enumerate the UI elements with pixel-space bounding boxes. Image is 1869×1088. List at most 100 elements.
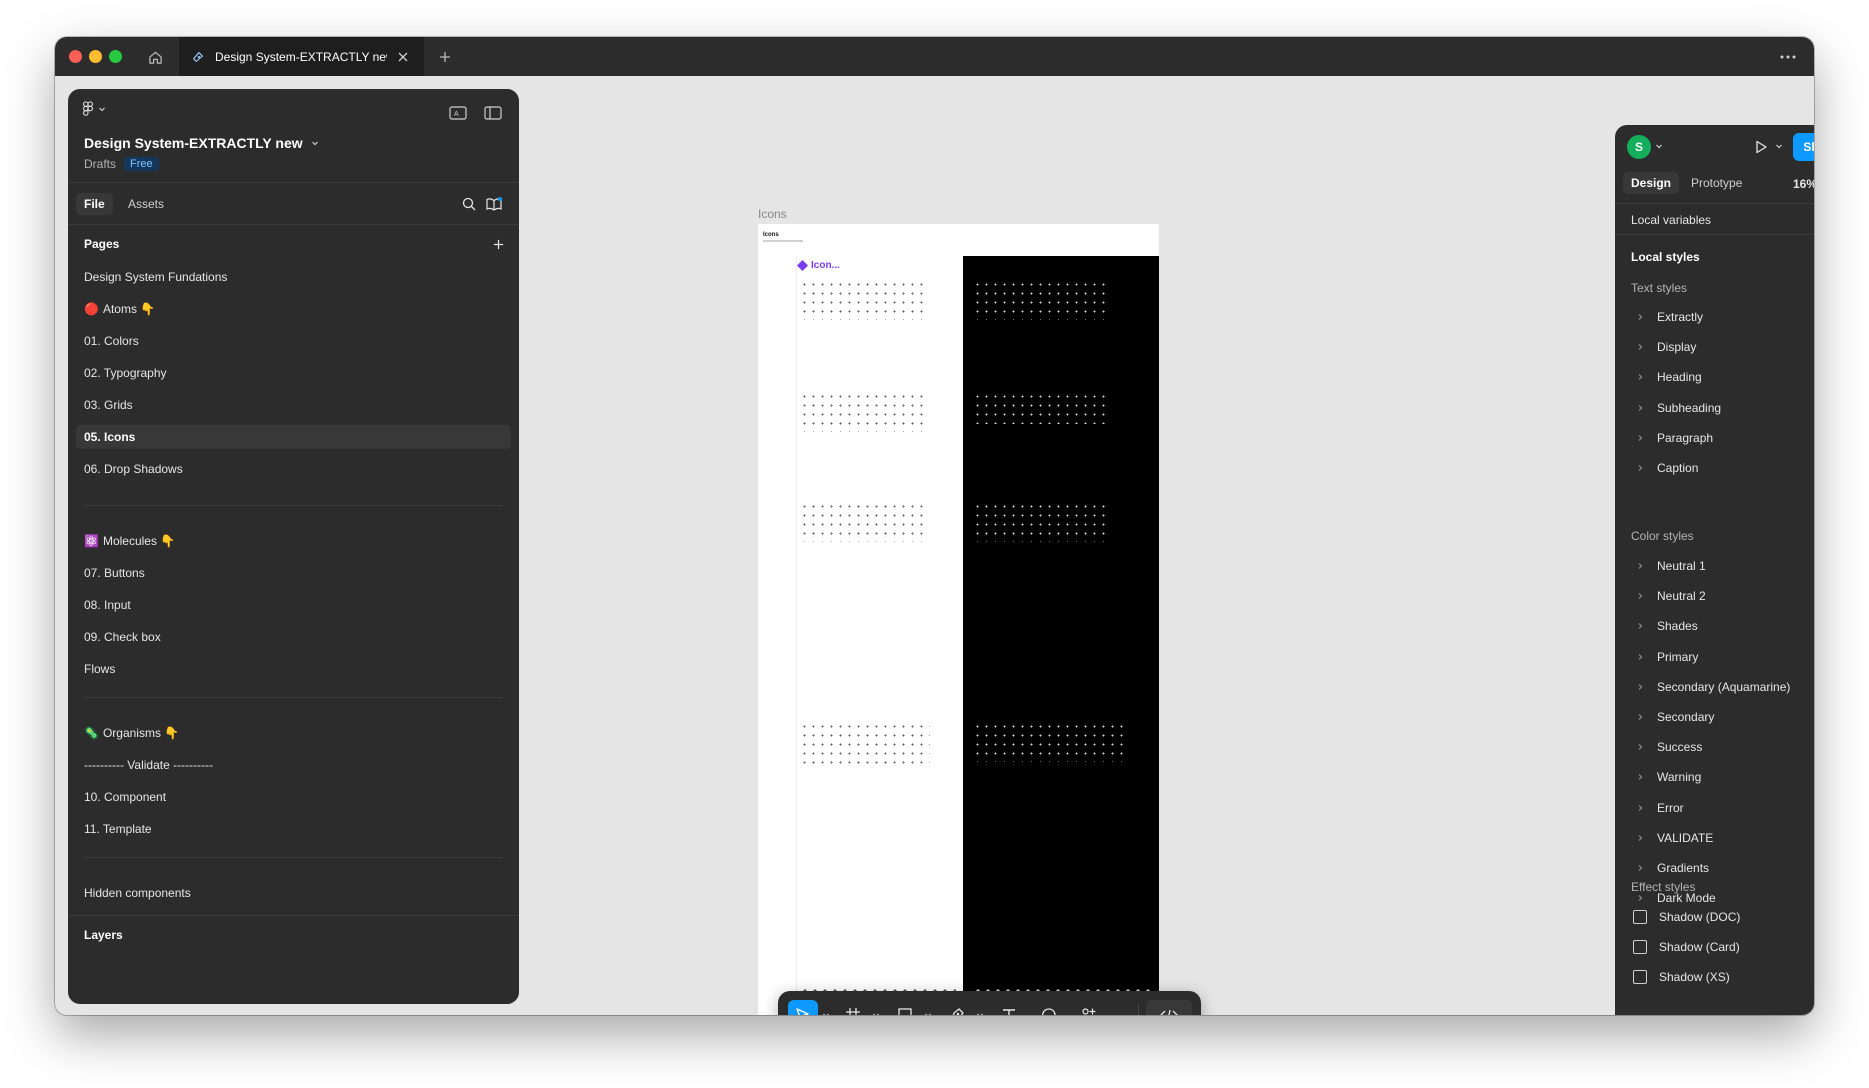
color-style-item[interactable]: Secondary (Aquamarine) [1631, 676, 1814, 698]
new-tab-button[interactable] [433, 45, 457, 69]
page-item-drop-shadows[interactable]: 06. Drop Shadows [76, 457, 511, 481]
home-button[interactable] [143, 45, 167, 69]
color-style-item[interactable]: Shades [1631, 615, 1814, 637]
text-style-item[interactable]: Paragraph [1631, 427, 1814, 449]
add-page-button[interactable] [489, 235, 507, 253]
page-item-design-system-fundations[interactable]: Design System Fundations [76, 265, 511, 289]
color-style-item[interactable]: Gradients [1631, 857, 1814, 879]
search-button[interactable] [458, 193, 480, 215]
page-item-molecules[interactable]: ⚛️ Molecules 👇 [76, 529, 511, 553]
color-style-item[interactable]: Success [1631, 736, 1814, 758]
effect-style-item[interactable]: Shadow (XS) [1631, 966, 1814, 988]
page-item-validate[interactable]: ---------- Validate ---------- [76, 753, 511, 777]
effect-styles-heading: Effect styles [1631, 880, 1696, 894]
page-item-organisms[interactable]: 🦠 Organisms 👇 [76, 721, 511, 745]
tab-file[interactable]: File [76, 193, 113, 215]
local-variables-row[interactable]: Local variables [1615, 203, 1814, 235]
page-item-colors[interactable]: 01. Colors [76, 329, 511, 353]
effect-style-item[interactable]: Shadow (DOC) [1631, 906, 1814, 928]
tab-assets[interactable]: Assets [120, 193, 172, 215]
minimize-window-button[interactable] [89, 50, 102, 63]
page-item-template[interactable]: 11. Template [76, 817, 511, 841]
red-circle-icon: 🔴 [84, 302, 99, 316]
page-item-component[interactable]: 10. Component [76, 785, 511, 809]
pen-tool-button[interactable] [942, 1000, 972, 1015]
rectangle-tool-button[interactable] [890, 1000, 920, 1015]
light-icons-column [796, 256, 960, 1015]
local-variables-label: Local variables [1631, 213, 1712, 227]
close-tab-button[interactable] [395, 49, 411, 65]
text-style-item[interactable]: Heading [1631, 366, 1814, 388]
present-options-button[interactable] [1775, 139, 1783, 153]
text-style-item[interactable]: Extractly [1631, 306, 1814, 328]
inspector-tabs: Design Prototype 16% [1615, 167, 1814, 199]
share-button[interactable]: Share [1793, 133, 1814, 161]
zoom-dropdown[interactable]: 16% [1793, 177, 1814, 191]
frame-tool-options[interactable] [872, 1011, 880, 1015]
tab-prototype[interactable]: Prototype [1683, 172, 1750, 194]
page-item-buttons[interactable]: 07. Buttons [76, 561, 511, 585]
close-window-button[interactable] [69, 50, 82, 63]
file-name-button[interactable]: Design System-EXTRACTLY new [84, 135, 319, 151]
text-style-item[interactable]: Caption [1631, 457, 1814, 479]
location-label[interactable]: Drafts [84, 157, 116, 171]
frame-heading: Icons [763, 232, 779, 238]
account-menu-button[interactable] [1655, 139, 1663, 153]
pen-tool-options[interactable] [976, 1011, 984, 1015]
plan-badge[interactable]: Free [124, 157, 159, 171]
move-tool-button[interactable] [788, 1000, 818, 1015]
pen-icon [952, 1008, 964, 1015]
chevron-right-icon [1638, 804, 1643, 811]
page-item-flows[interactable]: Flows [76, 657, 511, 681]
page-item-grids[interactable]: 03. Grids [76, 393, 511, 417]
color-style-item[interactable]: Warning [1631, 766, 1814, 788]
icons-frame[interactable]: Icons Icon... [758, 224, 1159, 1015]
color-style-item[interactable]: Primary [1631, 646, 1814, 668]
comment-tool-button[interactable] [1034, 1000, 1064, 1015]
chevron-down-icon [99, 107, 105, 112]
comment-bubble-icon [1042, 1008, 1056, 1015]
expand-toggle [1631, 804, 1649, 812]
main-menu-button[interactable] [82, 101, 106, 117]
text-style-item[interactable]: Display [1631, 336, 1814, 358]
app-window: Design System-EXTRACTLY new A Design Sys… [55, 37, 1814, 1015]
file-tab[interactable]: Design System-EXTRACTLY new [179, 37, 424, 76]
toggle-sidebar-button[interactable] [481, 101, 505, 125]
page-item-atoms[interactable]: 🔴 Atoms 👇 [76, 297, 511, 321]
move-tool-options[interactable] [822, 1011, 830, 1015]
present-button[interactable] [1749, 135, 1773, 159]
more-options-button[interactable] [1776, 45, 1800, 69]
chevron-right-icon [1638, 434, 1643, 441]
page-item-input[interactable]: 08. Input [76, 593, 511, 617]
chevron-down-icon [1776, 144, 1782, 149]
icon-logo: Icon... [797, 260, 840, 271]
actions-tool-button[interactable] [1074, 1000, 1104, 1015]
avatar[interactable]: S [1627, 135, 1651, 159]
color-style-item[interactable]: Neutral 2 [1631, 585, 1814, 607]
color-style-item[interactable]: Secondary [1631, 706, 1814, 728]
search-icon [462, 197, 476, 211]
maximize-window-button[interactable] [109, 50, 122, 63]
toolbar-separator [1138, 1003, 1139, 1015]
text-tool-button[interactable] [994, 1000, 1024, 1015]
frame-tool-button[interactable] [838, 1000, 868, 1015]
tab-design[interactable]: Design [1623, 172, 1680, 194]
shape-tool-options[interactable] [924, 1011, 932, 1015]
color-style-item[interactable]: Neutral 1 [1631, 555, 1814, 577]
effect-style-item[interactable]: Shadow (Card) [1631, 936, 1814, 958]
page-item-check-box[interactable]: 09. Check box [76, 625, 511, 649]
color-style-item[interactable]: VALIDATE [1631, 827, 1814, 849]
page-item-icons[interactable]: 05. Icons [76, 425, 511, 449]
chevron-down-icon [977, 1013, 983, 1015]
rectangle-icon [898, 1008, 912, 1015]
ai-tools-button[interactable]: A [446, 101, 470, 125]
text-style-item[interactable]: Subheading [1631, 397, 1814, 419]
page-item-typography[interactable]: 02. Typography [76, 361, 511, 385]
page-item-hidden-components[interactable]: Hidden components [76, 881, 511, 905]
color-style-item[interactable]: Error [1631, 797, 1814, 819]
pages-heading: Pages [84, 237, 120, 251]
library-button[interactable] [483, 193, 505, 215]
frame-label[interactable]: Icons [758, 207, 787, 221]
dev-mode-toggle[interactable] [1146, 1000, 1192, 1015]
expand-toggle [1631, 562, 1649, 570]
